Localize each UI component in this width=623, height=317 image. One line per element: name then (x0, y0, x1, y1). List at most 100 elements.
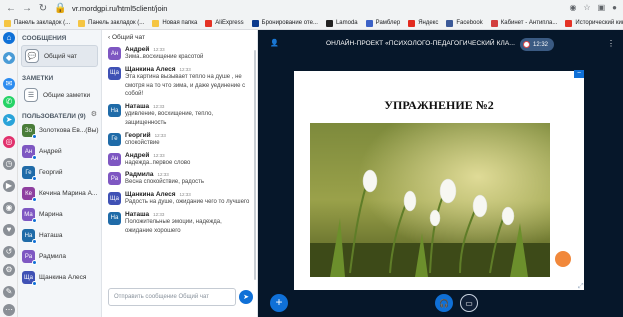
avatar: Ан (22, 145, 37, 160)
recording-indicator[interactable]: 12:32 (520, 38, 554, 51)
user-name: Георгий (39, 169, 63, 176)
fullscreen-icon[interactable]: ⤢ (578, 283, 584, 291)
share-screen-button[interactable]: ▭ (460, 294, 478, 312)
extension-icon[interactable]: ▣ (598, 3, 606, 12)
message-text: Положительные эмоции, надежда, ожидание … (125, 218, 222, 234)
chat-message: На Наташа 12:33 Положительные эмоции, надеж… (102, 209, 254, 238)
bookmark-label: Новая папка (162, 20, 198, 26)
avatar-initials: Ща (109, 70, 120, 77)
user-icon[interactable]: 👤 (270, 39, 279, 47)
home-icon[interactable]: ⌂ (3, 32, 15, 44)
avatar: Ке (22, 187, 37, 202)
message-author-row: Щанкина Алеся 12:33 (125, 66, 250, 73)
chat-header[interactable]: ‹ Общий чат (102, 30, 257, 44)
mic-status-icon (32, 197, 37, 202)
user-name: Радмила (39, 253, 67, 260)
chat-scrollbar[interactable] (254, 50, 256, 280)
back-arrow-icon[interactable]: ← (6, 3, 16, 14)
reload-icon[interactable]: ↻ (38, 3, 48, 14)
heart-icon[interactable]: ♥ (3, 224, 15, 236)
bookmark-icon (490, 19, 498, 27)
shared-notes-item[interactable]: ☰ Общие заметки (21, 85, 98, 105)
user-list-item[interactable]: Ма Марина (18, 204, 101, 225)
avatar-initials: Ан (24, 148, 33, 155)
bookmark-label: AliExpress (215, 20, 244, 26)
clock-icon[interactable]: ◷ (3, 158, 15, 170)
forward-arrow-icon[interactable]: → (22, 3, 32, 14)
bookmark-item[interactable]: Рамблер (365, 19, 400, 27)
chat-title[interactable]: ‹ Общий чат (108, 34, 145, 41)
message-body: Щанкина Алеся 12:33 Радость на душе, ожида… (125, 191, 250, 207)
avatar-initials: Ма (24, 211, 33, 218)
address-bar: ← → ↻ 🔒 vr.mordgpi.ru/html5client/join ◉… (0, 0, 623, 17)
bookmark-label: Исторический кино... (575, 20, 623, 26)
bookmark-label: Яндекс (418, 20, 439, 26)
avatar: На (108, 211, 121, 225)
user-settings-gear-icon[interactable]: ⚙ (91, 110, 97, 118)
avatar: Ща (108, 66, 121, 80)
bookmark-item[interactable]: Facebook (446, 19, 483, 27)
messenger-icon[interactable]: ✉ (3, 78, 15, 90)
avatar-initials: Ща (109, 195, 120, 202)
avatar: Ща (22, 271, 37, 286)
minimize-slide-button[interactable]: − (574, 70, 584, 78)
notes-icon: ☰ (24, 88, 38, 102)
users-list: Зо Золоткова Ев...(Вы) Ан Андрей Ге Георгий Ке… (18, 120, 101, 288)
avatar-initials: Ге (111, 136, 118, 143)
bookmark-item[interactable]: Бронирование оте... (251, 19, 318, 27)
bookmark-icon (408, 19, 416, 27)
star-icon[interactable]: ☆ (583, 3, 590, 12)
play-icon[interactable]: ▶ (3, 180, 15, 192)
bookmark-item[interactable]: Lamoda (325, 19, 358, 27)
options-menu-icon[interactable]: ⋮ (607, 39, 615, 48)
bookmark-item[interactable]: Панель закладок (... (4, 19, 70, 27)
user-list-item[interactable]: Ан Андрей (18, 141, 101, 162)
message-text: Зима..восхищение красотой (125, 54, 204, 60)
apps-icon[interactable]: ◆ (3, 52, 15, 64)
message-time: 12:33 (157, 172, 169, 178)
instagram-icon[interactable]: ◎ (3, 136, 15, 148)
user-list-item[interactable]: Ге Георгий (18, 162, 101, 183)
bookmarks-bar: Панель закладок (... Панель закладок (...… (0, 17, 623, 30)
bookmark-item[interactable]: Кабинет - Антипла... (490, 19, 557, 27)
chat-message: Ан Андрей 12:33 надежда..первое слово (102, 150, 254, 170)
chat-panel: ‹ Общий чат ⋮ АнАндрей12:33Зима..восхище… (102, 30, 258, 317)
profile-icon[interactable]: ● (612, 3, 617, 12)
telegram-icon[interactable]: ➤ (3, 114, 15, 126)
user-list-item[interactable]: Зо Золоткова Ев...(Вы) (18, 120, 101, 141)
message-author: Георгий (125, 131, 151, 139)
bookmark-item[interactable]: AliExpress (205, 19, 244, 27)
actions-plus-button[interactable]: + (270, 294, 288, 312)
history-icon[interactable]: ↺ (3, 246, 15, 258)
avatar: Ра (22, 250, 37, 265)
user-list-item[interactable]: Ща Щанкина Алеся (18, 267, 101, 288)
more-icon[interactable]: ⋯ (3, 304, 15, 316)
recording-time: 12:32 (533, 41, 549, 48)
slide-heading: УПРАЖНЕНИЕ №2 (384, 98, 494, 112)
user-name: Золоткова Ев...(Вы) (39, 127, 99, 134)
message-text: Радость на душе, ожидание чего то лучшег… (125, 199, 250, 206)
message-body: Наташа 12:33 удивление, восхищение, тепло,… (125, 103, 250, 128)
headphones-audio-button[interactable]: 🎧 (435, 294, 453, 312)
user-list-item[interactable]: Ра Радмила (18, 246, 101, 267)
url-text[interactable]: vr.mordgpi.ru/html5client/join (72, 4, 167, 13)
bookmark-item[interactable]: Исторический кино... (565, 19, 623, 27)
chat-message: Ге Георгий 12:33 спокойствие (102, 130, 254, 150)
send-message-button[interactable]: ➤ (239, 290, 253, 304)
camera-icon[interactable]: ◉ (569, 3, 576, 12)
pin-icon[interactable]: ✎ (3, 286, 15, 298)
settings-icon[interactable]: ⚙ (3, 264, 15, 276)
avatar-initials: Ге (25, 169, 32, 176)
user-list-item[interactable]: Ке Кечина Марина А... (18, 183, 101, 204)
eye-icon[interactable]: ◉ (3, 202, 15, 214)
bookmark-item[interactable]: Панель закладок (... (78, 19, 144, 27)
chat-message-input[interactable]: Отправить сообщение Общий чат (108, 288, 236, 306)
bookmark-item[interactable]: Яндекс (408, 19, 439, 27)
whatsapp-icon[interactable]: ✆ (3, 96, 15, 108)
bookmark-icon (152, 19, 160, 27)
public-chat-item[interactable]: 💬 Общий чат (21, 45, 98, 67)
chat-message: Ща Щанкина Алеся 12:33 Эта картина вызывает… (102, 64, 254, 101)
bookmark-item[interactable]: Новая папка (152, 19, 198, 27)
avatar-initials: Ра (24, 253, 33, 260)
user-list-item[interactable]: На Наташа (18, 225, 101, 246)
